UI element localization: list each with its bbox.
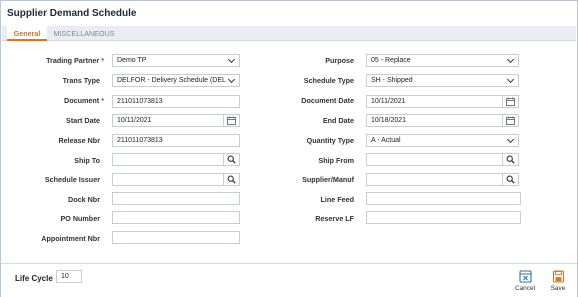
footer-bar: Life Cycle 10 Cancel Save [1,263,577,297]
release-nbr-field[interactable]: 211011073813 [112,134,240,147]
purpose-select[interactable]: 05 - Replace [366,54,519,67]
line-feed-field[interactable] [366,192,521,205]
trading-partner-select[interactable]: Demo TP [112,54,240,67]
chevron-down-icon [227,55,236,64]
document-date-field[interactable]: 10/11/2021 [366,95,519,108]
schedule-issuer-label: Schedule Issuer [44,175,100,184]
line-feed-label: Line Feed [320,195,354,204]
trans-type-label: Trans Type [62,76,100,85]
search-icon[interactable] [502,154,518,165]
save-label: Save [550,285,566,292]
search-icon[interactable] [223,154,239,165]
quantity-type-label: Quantity Type [306,136,354,145]
chevron-down-icon [506,135,515,144]
start-date-field[interactable]: 10/11/2021 [112,114,240,127]
search-icon[interactable] [502,174,518,185]
appointment-nbr-field[interactable] [112,231,240,244]
purpose-label: Purpose [325,56,354,65]
calendar-icon[interactable] [502,96,518,107]
window-title: Supplier Demand Schedule [7,8,137,19]
tab-miscellaneous[interactable]: MISCELLANEOUS [53,26,115,41]
cancel-label: Cancel [514,285,536,292]
ship-to-label: Ship To [74,156,100,165]
calendar-icon[interactable] [223,115,239,126]
start-date-label: Start Date [66,116,100,125]
ship-to-field[interactable] [112,153,240,166]
document-date-label: Document Date [301,96,354,105]
cancel-icon [518,270,532,283]
calendar-icon[interactable] [502,115,518,126]
quantity-type-select[interactable]: A - Actual [366,134,519,147]
supplier-manuf-field[interactable] [366,173,519,186]
end-date-field[interactable]: 10/18/2021 [366,114,519,127]
reserve-lf-label: Reserve LF [315,214,354,223]
general-form: Trading Partner * Demo TP Trans Type DEL… [1,45,577,261]
trans-type-select[interactable]: DELFOR - Delivery Schedule (DEL [112,74,240,87]
schedule-issuer-field[interactable] [112,173,240,186]
chevron-down-icon [506,55,515,64]
save-button[interactable]: Save [547,270,569,292]
ship-from-label: Ship From [318,156,354,165]
appointment-nbr-label: Appointment Nbr [41,234,100,243]
dock-nbr-field[interactable] [112,192,240,205]
end-date-label: End Date [322,116,354,125]
schedule-type-label: Schedule Type [303,76,354,85]
document-label: Document * [64,96,104,105]
po-number-label: PO Number [60,214,100,223]
tab-general[interactable]: General [7,26,47,41]
reserve-lf-field[interactable] [366,211,521,224]
dock-nbr-label: Dock Nbr [68,195,100,204]
supplier-demand-schedule-window: Supplier Demand Schedule General MISCELL… [0,0,578,297]
ship-from-field[interactable] [366,153,519,166]
schedule-type-select[interactable]: SH - Shipped [366,74,519,87]
search-icon[interactable] [223,174,239,185]
life-cycle-label: Life Cycle [15,274,53,283]
document-field[interactable]: 211011073813 [112,95,240,108]
chevron-down-icon [227,75,236,84]
chevron-down-icon [506,75,515,84]
release-nbr-label: Release Nbr [58,136,100,145]
life-cycle-field[interactable]: 10 [56,270,82,283]
cancel-button[interactable]: Cancel [513,270,537,292]
supplier-manuf-label: Supplier/Manuf [302,175,354,184]
save-icon [552,270,564,283]
po-number-field[interactable] [112,211,240,224]
trading-partner-label: Trading Partner * [46,56,104,65]
tab-bar: General MISCELLANEOUS [2,26,576,41]
